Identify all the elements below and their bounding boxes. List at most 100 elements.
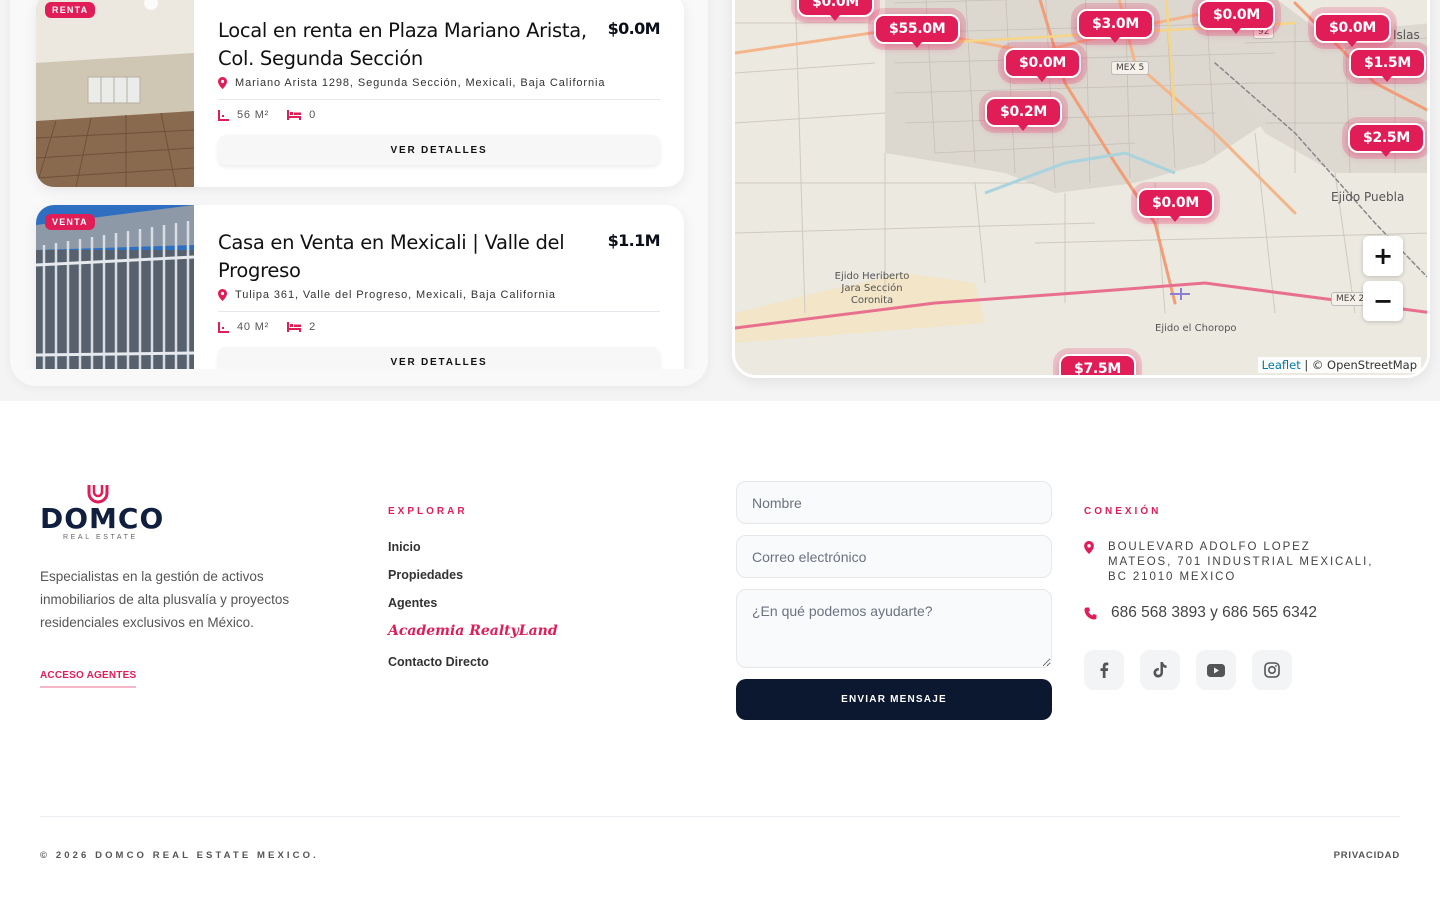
youtube-icon xyxy=(1207,663,1225,677)
map-place-ejido-choropo: Ejido el Choropo xyxy=(1155,323,1237,334)
zoom-out-button[interactable]: − xyxy=(1363,281,1403,321)
property-card[interactable]: VENTA Casa en Venta en Mexicali | Valle … xyxy=(36,205,684,369)
property-bedrooms: 0 xyxy=(287,109,316,121)
map-tiles[interactable] xyxy=(735,0,1430,378)
location-pin-icon xyxy=(218,289,227,301)
footer-divider xyxy=(40,816,1400,817)
property-map[interactable]: Islas Ejido Puebla Ejido Heriberto Jara … xyxy=(732,0,1430,378)
property-title[interactable]: Local en renta en Plaza Mariano Arista, … xyxy=(218,17,608,73)
footer-nav-academia[interactable]: Academia RealtyLand xyxy=(388,622,558,653)
marker-price: $2.5M xyxy=(1363,130,1410,146)
listing-scroll-area[interactable]: RENTA Local en renta en Plaza Mariano Ar… xyxy=(10,0,708,369)
marker-price: $0.0M xyxy=(1329,20,1376,36)
listing-section: RENTA Local en renta en Plaza Mariano Ar… xyxy=(0,0,1440,401)
property-meta: 40 M² 2 xyxy=(218,321,316,333)
property-area-value: 56 M² xyxy=(237,109,270,121)
view-details-button[interactable]: VER DETALLES xyxy=(218,135,660,165)
property-bedrooms: 2 xyxy=(287,321,316,333)
instagram-button[interactable] xyxy=(1252,650,1292,690)
map-price-marker[interactable]: $0.0M xyxy=(1314,13,1391,47)
card-divider xyxy=(218,311,660,312)
facebook-icon xyxy=(1100,662,1109,678)
card-divider xyxy=(218,99,660,100)
map-price-marker[interactable]: $7.5M xyxy=(1059,354,1136,377)
send-message-button[interactable]: ENVIAR MENSAJE xyxy=(736,679,1052,720)
footer-nav: Inicio Propiedades Agentes Academia Real… xyxy=(388,538,558,681)
property-photo[interactable]: RENTA xyxy=(36,0,194,187)
property-card[interactable]: RENTA Local en renta en Plaza Mariano Ar… xyxy=(36,0,684,187)
contact-address-text: BOULEVARD ADOLFO LOPEZ MATEOS, 701 INDUS… xyxy=(1108,541,1374,583)
marker-price: $7.5M xyxy=(1074,361,1121,377)
property-area: 40 M² xyxy=(218,321,269,333)
bed-icon xyxy=(287,322,302,332)
instagram-icon xyxy=(1264,662,1280,678)
map-price-marker[interactable]: $2.5M xyxy=(1348,123,1425,157)
footer-nav-propiedades[interactable]: Propiedades xyxy=(388,566,558,594)
facebook-button[interactable] xyxy=(1084,650,1124,690)
view-details-button[interactable]: VER DETALLES xyxy=(218,347,660,369)
property-price: $0.0M xyxy=(607,19,661,38)
leaflet-link[interactable]: Leaflet xyxy=(1262,358,1301,372)
property-address-text: Tulipa 361, Valle del Progreso, Mexicali… xyxy=(235,289,556,301)
area-icon xyxy=(218,321,229,333)
brand-description: Especialistas en la gestión de activos i… xyxy=(40,569,290,630)
map-price-marker[interactable]: $0.2M xyxy=(985,97,1062,131)
explore-heading: EXPLORAR xyxy=(388,506,468,517)
zoom-in-button[interactable]: + xyxy=(1363,236,1403,276)
property-price: $1.1M xyxy=(607,231,661,250)
map-price-marker[interactable]: $3.0M xyxy=(1077,9,1154,43)
map-price-marker[interactable]: $55.0M xyxy=(874,14,961,48)
property-address-text: Mariano Arista 1298, Segunda Sección, Me… xyxy=(235,77,606,89)
map-place-ejido-heriberto: Ejido Heriberto Jara Sección Coronita xyxy=(834,271,910,306)
brand-logo-icon[interactable] xyxy=(86,482,110,504)
property-area: 56 M² xyxy=(218,109,269,121)
area-icon xyxy=(218,109,229,121)
listing-type-badge: RENTA xyxy=(45,2,96,18)
property-photo[interactable]: VENTA xyxy=(36,205,194,369)
contact-phone: 686 568 3893 y 686 565 6342 xyxy=(1084,604,1317,622)
contact-address: BOULEVARD ADOLFO LOPEZ MATEOS, 701 INDUS… xyxy=(1084,540,1378,585)
map-price-marker[interactable]: $0.0M xyxy=(797,0,874,21)
name-field[interactable] xyxy=(736,481,1052,524)
marker-price: $0.2M xyxy=(1000,104,1047,120)
property-bedrooms-value: 0 xyxy=(309,109,317,121)
marker-price: $0.0M xyxy=(1152,195,1199,211)
property-area-value: 40 M² xyxy=(237,321,270,333)
property-title[interactable]: Casa en Venta en Mexicali | Valle del Pr… xyxy=(218,229,608,285)
connect-heading: CONEXIÓN xyxy=(1084,506,1162,517)
road-shield-mex5: MEX 5 xyxy=(1111,61,1150,75)
map-price-marker[interactable]: $0.0M xyxy=(1137,188,1214,222)
property-meta: 56 M² 0 xyxy=(218,109,316,121)
property-address: Mariano Arista 1298, Segunda Sección, Me… xyxy=(218,77,605,89)
property-address: Tulipa 361, Valle del Progreso, Mexicali… xyxy=(218,289,556,301)
marker-price: $0.0M xyxy=(812,0,859,10)
youtube-button[interactable] xyxy=(1196,650,1236,690)
contact-phone-text[interactable]: 686 568 3893 y 686 565 6342 xyxy=(1111,604,1317,622)
tiktok-icon xyxy=(1153,662,1167,678)
tiktok-button[interactable] xyxy=(1140,650,1180,690)
map-attribution: Leaflet | © OpenStreetMap xyxy=(1257,357,1421,373)
footer-nav-inicio[interactable]: Inicio xyxy=(388,538,558,566)
message-field[interactable] xyxy=(736,589,1052,668)
email-field[interactable] xyxy=(736,535,1052,578)
map-place-ejido-puebla: Ejido Puebla xyxy=(1331,190,1405,204)
map-price-marker[interactable]: $0.0M xyxy=(1198,0,1275,34)
location-pin-icon xyxy=(218,77,227,89)
privacy-link[interactable]: PRIVACIDAD xyxy=(1334,850,1400,861)
marker-price: $0.0M xyxy=(1213,7,1260,23)
property-bedrooms-value: 2 xyxy=(309,321,317,333)
property-photo-image xyxy=(36,0,194,187)
listing-panel: RENTA Local en renta en Plaza Mariano Ar… xyxy=(10,0,708,386)
footer-nav-contacto[interactable]: Contacto Directo xyxy=(388,653,558,681)
map-price-marker[interactable]: $1.5M xyxy=(1349,48,1426,82)
location-pin-icon xyxy=(1084,541,1094,554)
marker-price: $0.0M xyxy=(1019,55,1066,71)
phone-icon xyxy=(1084,607,1097,619)
footer-nav-agentes[interactable]: Agentes xyxy=(388,594,558,622)
copyright-text: © 2026 DOMCO REAL ESTATE MEXICO. xyxy=(40,850,319,861)
agent-access-link[interactable]: ACCESO AGENTES xyxy=(40,670,137,688)
listing-type-badge: VENTA xyxy=(45,214,95,230)
map-place-islas: Islas xyxy=(1393,28,1420,42)
brand-name[interactable]: DOMCO xyxy=(40,502,164,535)
map-price-marker[interactable]: $0.0M xyxy=(1004,48,1081,82)
